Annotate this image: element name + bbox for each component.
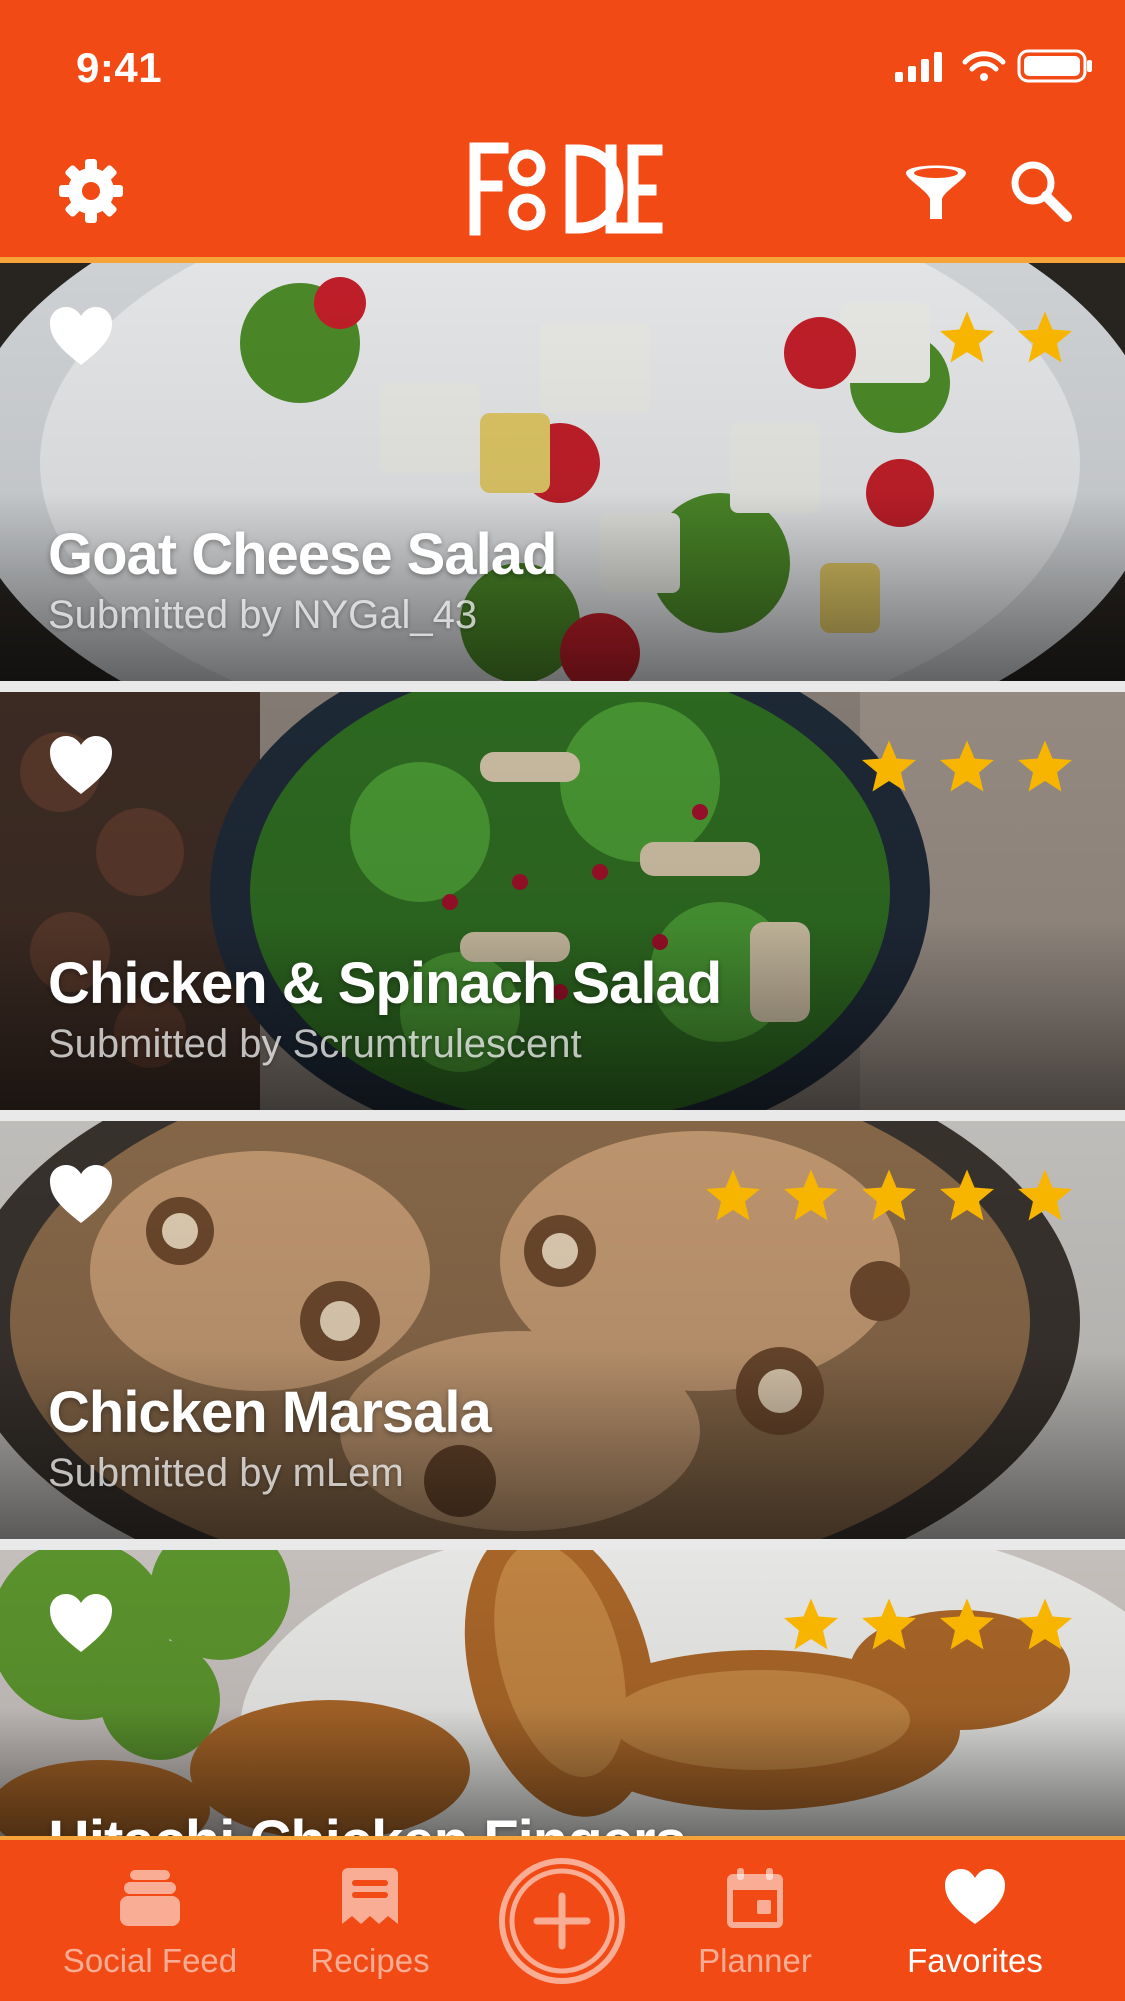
tab-label: Recipes xyxy=(310,1942,430,1979)
tab-social-feed[interactable]: Social Feed xyxy=(50,1866,250,1986)
recipe-icon xyxy=(342,1868,398,1924)
rating-stars xyxy=(937,307,1075,367)
star-icon xyxy=(1018,311,1072,363)
tab-planner[interactable]: Planner xyxy=(655,1866,855,1986)
star-icon xyxy=(940,311,994,363)
tab-favorites[interactable]: Favorites xyxy=(875,1866,1075,1986)
favorite-heart-icon[interactable] xyxy=(48,305,114,367)
recipe-title: Hitachi Chicken Fingers xyxy=(48,1808,687,1836)
heart-icon xyxy=(945,1869,1005,1924)
tab-bar-divider xyxy=(0,1836,1125,1840)
tab-label: Planner xyxy=(698,1942,812,1979)
status-icons xyxy=(895,49,1092,83)
star-icon xyxy=(784,1169,838,1221)
add-recipe-button[interactable] xyxy=(497,1856,627,1986)
recipe-submitter: Submitted by Scrumtrulescent xyxy=(48,1022,582,1066)
status-time: 9:41 xyxy=(76,44,163,91)
rating-stars xyxy=(781,1594,1075,1654)
calendar-icon xyxy=(727,1868,783,1928)
favorite-heart-icon[interactable] xyxy=(48,1163,114,1225)
recipe-title: Chicken & Spinach Salad xyxy=(48,951,722,1016)
star-icon xyxy=(940,1598,994,1650)
rating-stars xyxy=(703,1165,1075,1225)
star-icon xyxy=(1018,1598,1072,1650)
tab-label: Social Feed xyxy=(62,1942,238,1979)
star-icon xyxy=(706,1169,760,1221)
star-icon xyxy=(862,1598,916,1650)
favorite-heart-icon[interactable] xyxy=(48,734,114,796)
recipe-card[interactable]: Goat Cheese Salad Submitted by NYGal_43 xyxy=(0,263,1125,681)
star-icon xyxy=(784,1598,838,1650)
gear-icon[interactable] xyxy=(55,155,127,227)
star-icon xyxy=(862,740,916,792)
tab-label: Favorites xyxy=(907,1942,1043,1979)
recipe-title: Goat Cheese Salad xyxy=(48,522,557,587)
recipe-submitter: Submitted by NYGal_43 xyxy=(48,593,478,637)
filter-icon[interactable] xyxy=(900,155,972,227)
recipe-submitter: Submitted by mLem xyxy=(48,1451,404,1495)
recipe-title: Chicken Marsala xyxy=(48,1380,492,1445)
star-icon xyxy=(940,740,994,792)
search-icon[interactable] xyxy=(1005,155,1077,227)
recipe-card[interactable]: Chicken Marsala Submitted by mLem xyxy=(0,1121,1125,1539)
star-icon xyxy=(862,1169,916,1221)
tab-recipes[interactable]: Recipes xyxy=(270,1866,470,1986)
favorite-heart-icon[interactable] xyxy=(48,1592,114,1654)
recipe-card[interactable]: Hitachi Chicken Fingers xyxy=(0,1550,1125,1836)
star-icon xyxy=(1018,740,1072,792)
app-logo xyxy=(469,142,663,236)
star-icon xyxy=(1018,1169,1072,1221)
rating-stars xyxy=(859,736,1075,796)
star-icon xyxy=(940,1169,994,1221)
stack-icon xyxy=(120,1870,180,1926)
recipe-card[interactable]: Chicken & Spinach Salad Submitted by Scr… xyxy=(0,692,1125,1110)
